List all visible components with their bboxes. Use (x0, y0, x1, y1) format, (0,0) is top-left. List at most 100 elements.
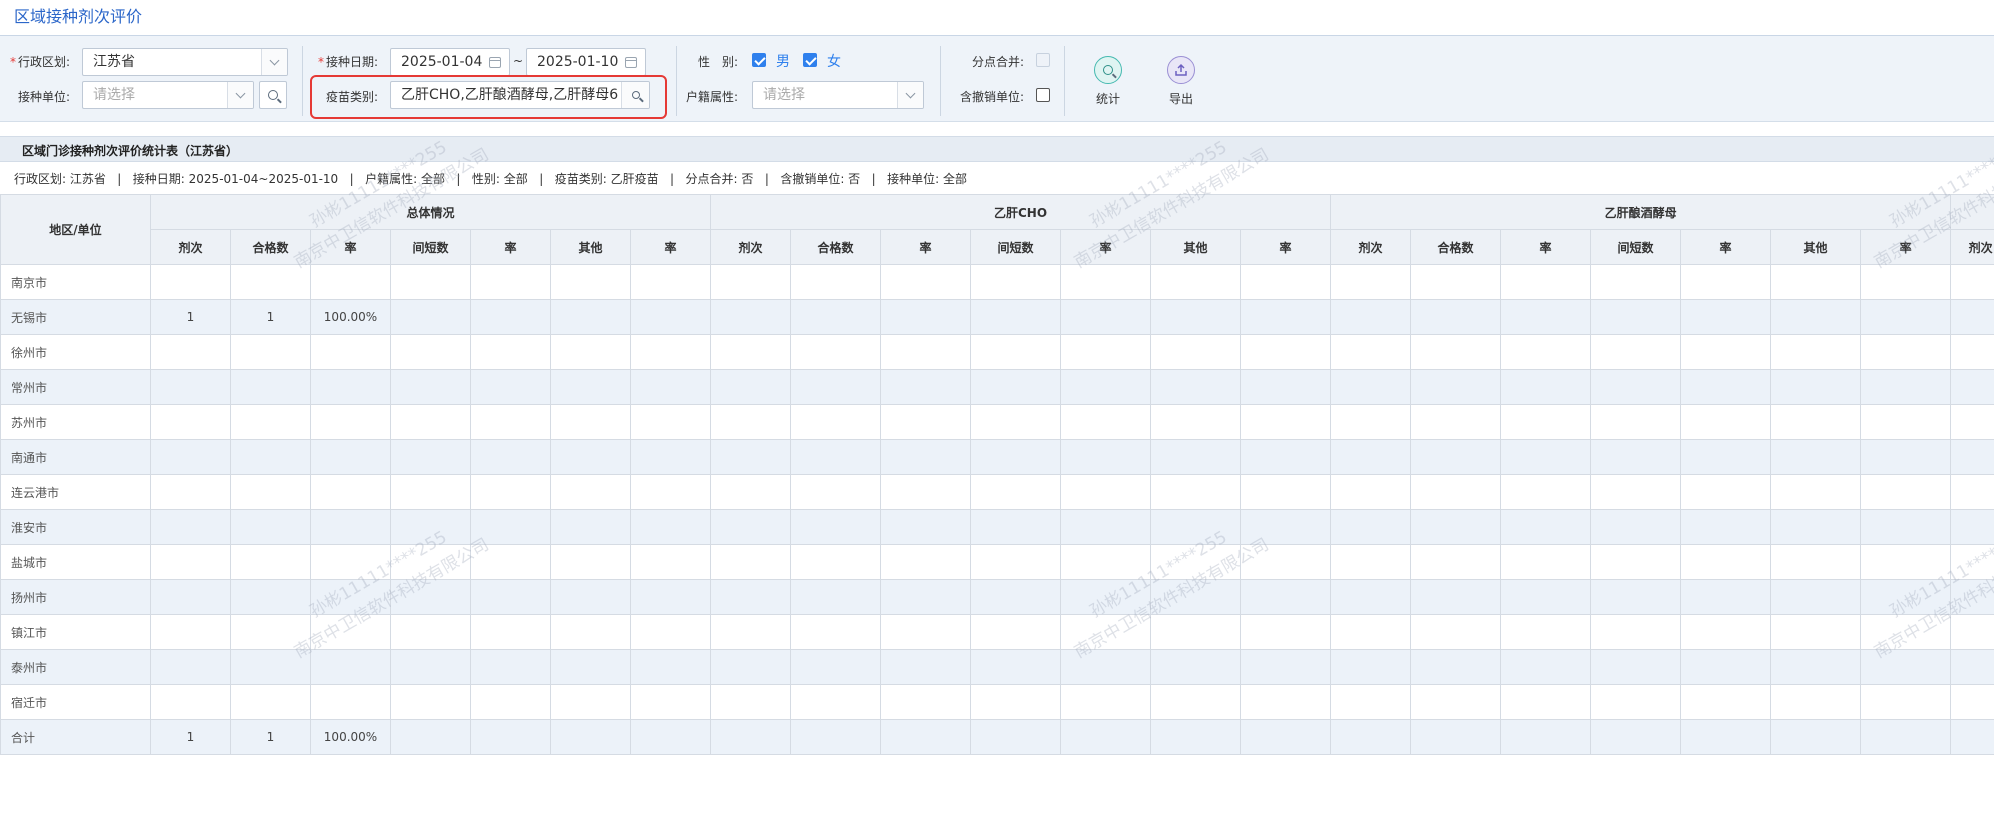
table-cell (470, 439, 551, 475)
table-row[interactable]: 连云港市 (0, 474, 1994, 510)
table-row[interactable]: 南通市 (0, 439, 1994, 475)
gender-male-label[interactable]: 男 (776, 51, 790, 71)
table-cell (1950, 264, 1994, 300)
table-cell (390, 509, 471, 545)
table-cell (1950, 474, 1994, 510)
chevron-down-icon[interactable] (227, 82, 253, 108)
table-cell (1770, 614, 1862, 650)
table-cell (1500, 264, 1592, 300)
row-area-name: 淮安市 (0, 509, 151, 545)
row-area-name: 合计 (0, 719, 151, 755)
table-cell (150, 684, 231, 720)
table-cell (1330, 369, 1412, 405)
table-cell (1770, 404, 1862, 440)
table-cell (1860, 439, 1952, 475)
date-end-input[interactable]: 2025-01-10 (526, 48, 646, 76)
table-row[interactable]: 合计 1 1 100.00% (0, 719, 1994, 755)
table-cell (1590, 509, 1682, 545)
row-area-name: 镇江市 (0, 614, 151, 650)
table-cell (470, 544, 551, 580)
table-cell (880, 544, 972, 580)
table-cell (1680, 684, 1772, 720)
table-row[interactable]: 常州市 (0, 369, 1994, 405)
region-select[interactable]: 江苏省 (82, 48, 288, 76)
column-header: 率 (1680, 229, 1772, 265)
table-cell (150, 544, 231, 580)
table-cell (880, 299, 972, 335)
table-cell (970, 614, 1062, 650)
table-cell (470, 264, 551, 300)
table-cell (790, 614, 882, 650)
table-cell (1680, 474, 1772, 510)
divider (1064, 46, 1065, 116)
table-cell (230, 579, 311, 615)
table-row[interactable]: 镇江市 (0, 614, 1994, 650)
table-cell (1330, 439, 1412, 475)
table-cell (390, 579, 471, 615)
table-row[interactable]: 宿迁市 (0, 684, 1994, 720)
table-cell (1240, 544, 1332, 580)
household-select[interactable]: 请选择 (752, 81, 924, 109)
table-row[interactable]: 徐州市 (0, 334, 1994, 370)
table-cell (1860, 299, 1952, 335)
table-cell (1860, 369, 1952, 405)
table-cell (550, 474, 631, 510)
table-cell (880, 264, 972, 300)
table-cell (550, 614, 631, 650)
table-cell (470, 404, 551, 440)
unit-label: 接种单位: (17, 90, 70, 104)
table-cell (1680, 299, 1772, 335)
table-cell (1680, 439, 1772, 475)
merge-checkbox[interactable] (1036, 53, 1050, 67)
revoked-checkbox[interactable] (1036, 88, 1050, 102)
chevron-down-icon[interactable] (261, 49, 287, 75)
table-cell (1860, 474, 1952, 510)
table-row[interactable]: 无锡市 1 1 100.00% (0, 299, 1994, 335)
table-row[interactable]: 苏州市 (0, 404, 1994, 440)
gender-male-checkbox[interactable] (752, 53, 766, 67)
export-button[interactable]: 导出 (1151, 56, 1211, 107)
table-cell (970, 439, 1062, 475)
date-start-input[interactable]: 2025-01-04 (390, 48, 510, 76)
report-summary: 行政区划: 江苏省 | 接种日期: 2025-01-04~2025-01-10 … (14, 170, 967, 187)
table-row[interactable]: 泰州市 (0, 649, 1994, 685)
summary-item: 行政区划: 江苏省 (14, 172, 106, 186)
chevron-down-icon[interactable] (897, 82, 923, 108)
table-cell (150, 439, 231, 475)
table-row[interactable]: 淮安市 (0, 509, 1994, 545)
stat-icon (1094, 56, 1122, 84)
unit-search-button[interactable] (259, 81, 287, 109)
table-cell (550, 264, 631, 300)
table-cell (1680, 264, 1772, 300)
table-cell (1770, 334, 1862, 370)
table-cell (629, 614, 712, 650)
unit-select[interactable]: 请选择 (82, 81, 254, 109)
table-cell (629, 649, 712, 685)
gender-label: 性 别: (697, 55, 738, 69)
table-cell: 1 (150, 719, 231, 755)
table-row[interactable]: 盐城市 (0, 544, 1994, 580)
table-cell (880, 614, 972, 650)
table-cell (230, 334, 311, 370)
column-header: 率 (1500, 229, 1592, 265)
table-row[interactable]: 南京市 (0, 264, 1994, 300)
table-cell (1410, 264, 1502, 300)
table-cell (310, 579, 391, 615)
table-cell (1060, 509, 1152, 545)
table-cell (1330, 684, 1412, 720)
table-cell (1150, 334, 1242, 370)
table-cell (1150, 369, 1242, 405)
gender-female-checkbox[interactable] (803, 53, 817, 67)
gender-female-label[interactable]: 女 (827, 51, 841, 71)
column-header: 率 (1060, 229, 1152, 265)
table-cell (1680, 614, 1772, 650)
table-cell (150, 579, 231, 615)
stat-button[interactable]: 统计 (1078, 56, 1138, 107)
table-cell (710, 264, 792, 300)
table-cell (1500, 334, 1592, 370)
table-cell (1950, 579, 1994, 615)
table-cell (629, 299, 712, 335)
summary-separator: | (105, 172, 133, 186)
table-cell (1240, 369, 1332, 405)
table-row[interactable]: 扬州市 (0, 579, 1994, 615)
